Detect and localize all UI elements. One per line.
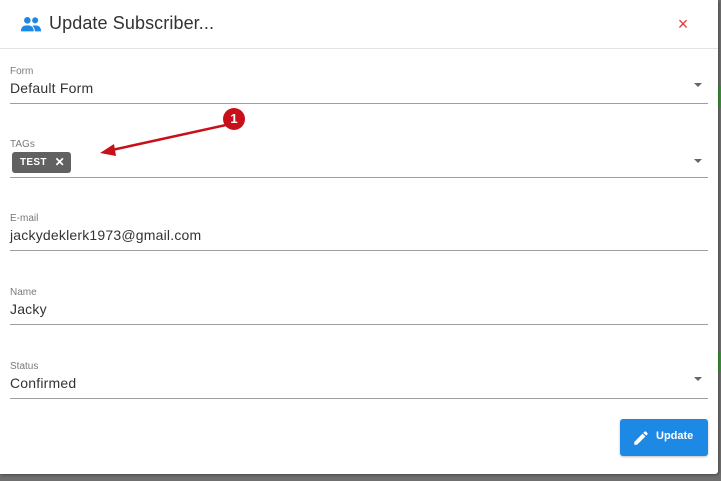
update-button-label: Update bbox=[656, 430, 694, 442]
tags-select[interactable]: TAGs TEST ✕ bbox=[10, 139, 708, 178]
tags-label: TAGs bbox=[10, 139, 35, 150]
email-field[interactable]: E-mail jackydeklerk1973@gmail.com bbox=[10, 213, 708, 251]
name-label: Name bbox=[10, 287, 37, 298]
name-field[interactable]: Name Jacky bbox=[10, 287, 708, 325]
close-icon[interactable]: × bbox=[674, 15, 692, 33]
form-value: Default Form bbox=[10, 80, 94, 96]
dialog-header: Update Subscriber... × bbox=[0, 0, 718, 49]
tag-chip-label: TEST bbox=[20, 157, 47, 168]
email-value[interactable]: jackydeklerk1973@gmail.com bbox=[10, 227, 201, 243]
form-select[interactable]: Form Default Form bbox=[10, 66, 708, 104]
pencil-icon bbox=[634, 431, 648, 445]
tag-chip[interactable]: TEST ✕ bbox=[12, 152, 71, 173]
name-value[interactable]: Jacky bbox=[10, 301, 47, 317]
status-label: Status bbox=[10, 361, 39, 372]
update-button[interactable]: Update bbox=[620, 419, 708, 456]
status-select[interactable]: Status Confirmed bbox=[10, 361, 708, 399]
dropdown-arrow-icon[interactable] bbox=[694, 377, 702, 381]
status-value: Confirmed bbox=[10, 375, 77, 391]
remove-tag-icon[interactable]: ✕ bbox=[53, 152, 67, 173]
email-label: E-mail bbox=[10, 213, 39, 224]
form-label: Form bbox=[10, 66, 34, 77]
update-subscriber-dialog: Update Subscriber... × Form Default Form… bbox=[0, 0, 718, 474]
annotation-number-badge: 1 bbox=[223, 108, 245, 130]
dropdown-arrow-icon[interactable] bbox=[694, 83, 702, 87]
people-icon bbox=[20, 17, 42, 32]
dialog-title: Update Subscriber... bbox=[49, 13, 215, 33]
dropdown-arrow-icon[interactable] bbox=[694, 159, 702, 163]
